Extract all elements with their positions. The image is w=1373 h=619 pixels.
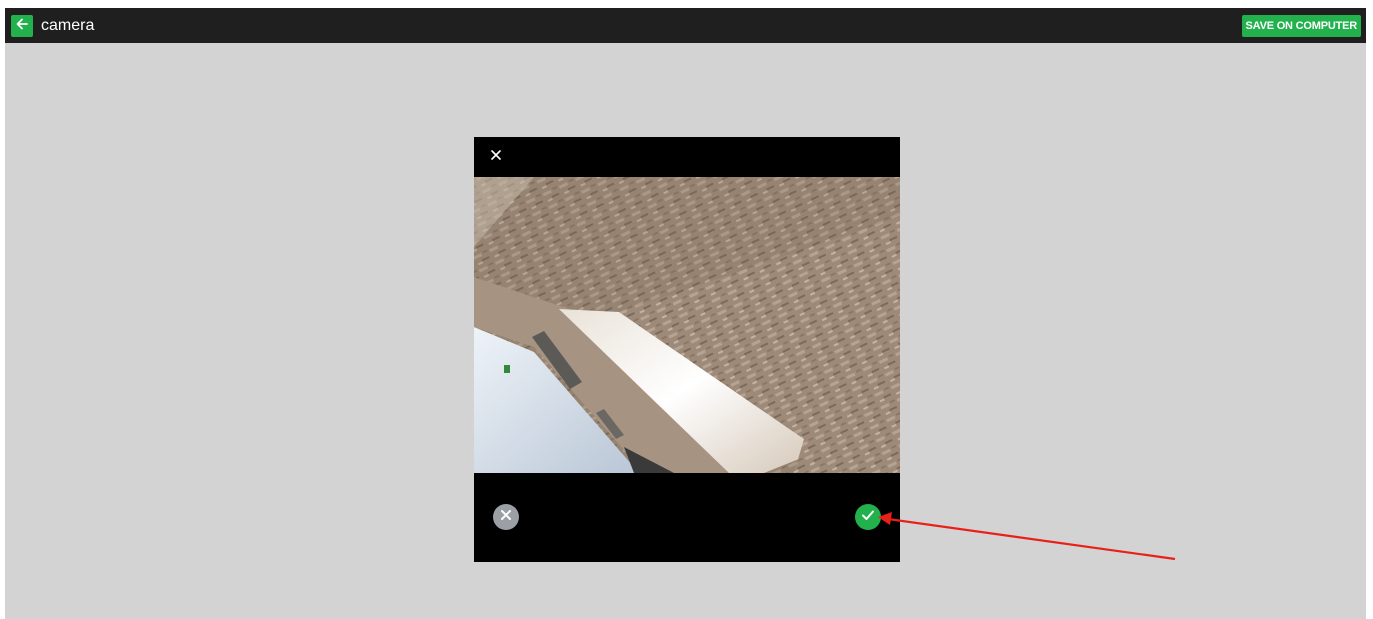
save-on-computer-button[interactable]: SAVE ON COMPUTER [1241,15,1361,37]
discard-photo-button[interactable] [493,504,519,530]
back-button[interactable] [11,15,33,37]
app-window: camera SAVE ON COMPUTER [5,8,1366,619]
check-circle-icon [861,508,875,526]
dialog-close-button[interactable] [486,146,506,166]
captured-photo [474,177,900,473]
arrow-left-icon [15,17,29,36]
top-app-bar: camera SAVE ON COMPUTER [5,8,1366,43]
photo-preview-dialog [474,137,900,562]
page-title: camera [41,17,95,34]
close-icon [491,147,501,165]
cancel-circle-icon [500,508,512,526]
confirm-photo-button[interactable] [855,504,881,530]
